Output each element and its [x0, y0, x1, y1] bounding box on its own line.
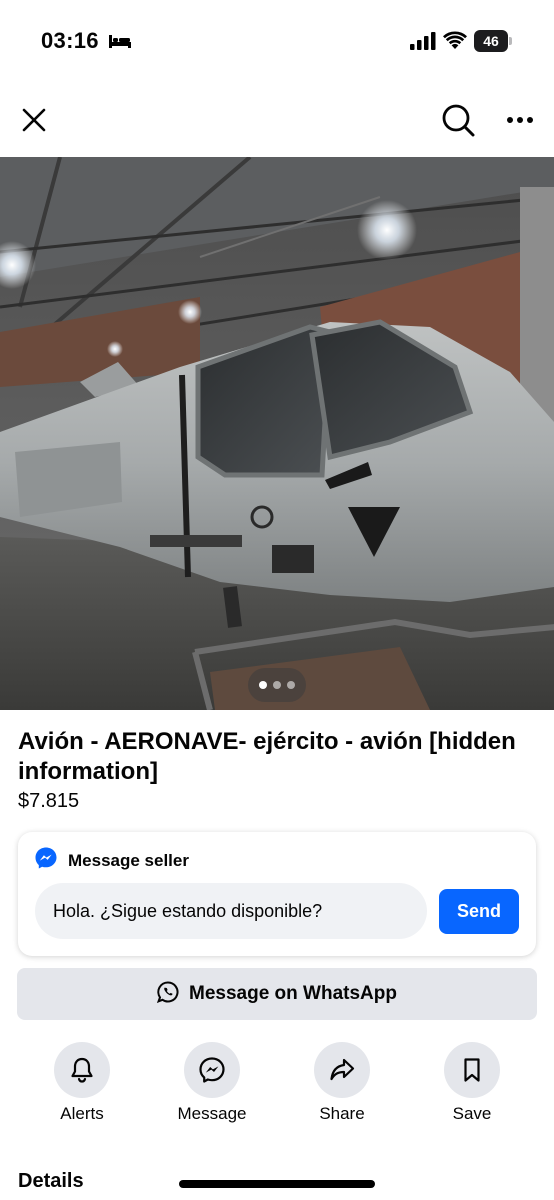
- message-seller-label: Message seller: [68, 850, 189, 870]
- bell-icon: [54, 1042, 110, 1098]
- share-action[interactable]: Share: [287, 1042, 397, 1124]
- whatsapp-icon: [156, 980, 179, 1008]
- details-heading: Details: [18, 1170, 84, 1192]
- whatsapp-button[interactable]: Message on WhatsApp: [17, 968, 537, 1020]
- whatsapp-label: Message on WhatsApp: [189, 983, 397, 1004]
- bed-icon: [108, 33, 132, 54]
- alerts-action[interactable]: Alerts: [27, 1042, 137, 1124]
- send-button[interactable]: Send: [439, 889, 519, 934]
- status-time: 03:16: [41, 28, 99, 53]
- pager-dot-2[interactable]: [273, 681, 281, 689]
- signal-icon: [410, 32, 436, 55]
- status-bar: 03:16 46: [0, 0, 554, 80]
- listing-price: $7.815: [18, 790, 80, 812]
- message-action[interactable]: Message: [157, 1042, 267, 1124]
- message-input[interactable]: [35, 883, 427, 939]
- share-label: Share: [319, 1104, 365, 1123]
- aircraft-image: [0, 157, 554, 710]
- close-icon[interactable]: [16, 102, 52, 138]
- messenger-icon: [34, 846, 58, 875]
- listing-photo[interactable]: [0, 157, 554, 710]
- save-action[interactable]: Save: [417, 1042, 527, 1124]
- battery-icon: 46: [474, 30, 512, 52]
- message-label: Message: [177, 1104, 247, 1123]
- message-seller-header: Message seller: [34, 846, 189, 875]
- message-seller-card: Message seller Send: [18, 832, 536, 956]
- nav-bar: [0, 90, 554, 150]
- listing-title: Avión - AERONAVE- ejército - avión [hidd…: [18, 728, 516, 785]
- wifi-icon: [443, 30, 467, 55]
- more-icon[interactable]: [500, 102, 540, 138]
- pager-dot-3[interactable]: [287, 681, 295, 689]
- messenger-icon: [184, 1042, 240, 1098]
- bookmark-icon: [444, 1042, 500, 1098]
- share-icon: [314, 1042, 370, 1098]
- home-indicator[interactable]: [179, 1180, 375, 1188]
- photo-pager: [248, 668, 306, 702]
- alerts-label: Alerts: [60, 1104, 104, 1123]
- pager-dot-1[interactable]: [259, 681, 267, 689]
- battery-level: 46: [474, 30, 508, 52]
- search-icon[interactable]: [438, 100, 478, 140]
- save-label: Save: [452, 1104, 492, 1123]
